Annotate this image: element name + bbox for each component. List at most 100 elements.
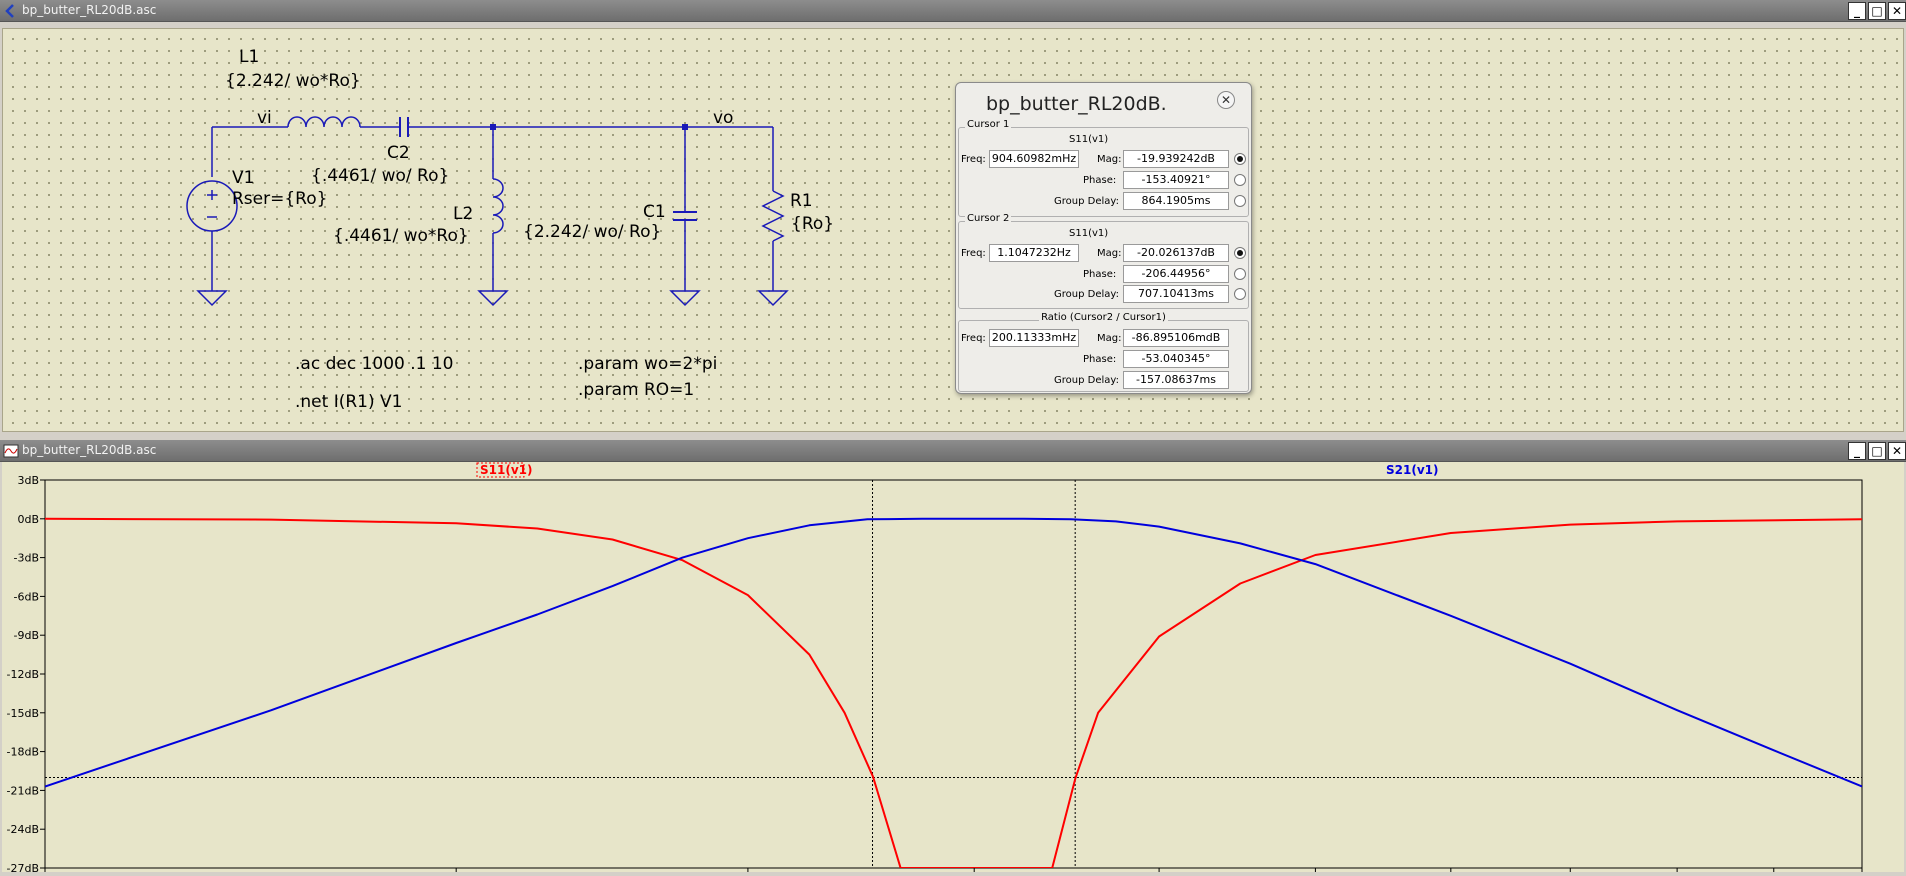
schematic-titlebar[interactable]: bp_butter_RL20dB.asc _ □ ✕ xyxy=(0,0,1906,22)
waveform-plot[interactable]: 3dB 0dB -3dB -6dB -9dB -12dB -15dB -18dB -21dB -2… xyxy=(2,462,1904,876)
ltspice-icon xyxy=(5,4,14,18)
l2-value[interactable]: {.4461/ wo*Ro} xyxy=(333,226,469,246)
cursor2-freq-label: Freq: xyxy=(961,248,986,259)
cursor1-gd-radio[interactable] xyxy=(1234,195,1246,207)
close-button[interactable]: ✕ xyxy=(1888,442,1906,460)
cursor1-phase-label: Phase: xyxy=(1083,175,1117,186)
cursor-dialog-title: bp_butter_RL20dB. xyxy=(986,93,1167,115)
minimize-button[interactable]: _ xyxy=(1848,442,1866,460)
c2-name[interactable]: C2 xyxy=(387,143,410,163)
ratio-group: Ratio (Cursor2 / Cursor1) Freq: 200.1133… xyxy=(958,312,1249,392)
cursor1-phase-field[interactable]: -153.40921° xyxy=(1123,171,1229,189)
minimize-button[interactable]: _ xyxy=(1848,2,1866,20)
cursor2-phase-label: Phase: xyxy=(1083,269,1117,280)
plot-canvas[interactable]: 3dB 0dB -3dB -6dB -9dB -12dB -15dB -18dB -21dB -2… xyxy=(2,462,1904,876)
c2-value[interactable]: {.4461/ wo/ Ro} xyxy=(311,166,449,186)
maximize-button[interactable]: □ xyxy=(1868,442,1886,460)
cursor2-gd-radio[interactable] xyxy=(1234,288,1246,300)
maximize-button[interactable]: □ xyxy=(1868,2,1886,20)
cursor1-freq-field[interactable]: 904.60982mHz xyxy=(989,150,1079,168)
ratio-phase-label: Phase: xyxy=(1083,354,1117,365)
net-vo[interactable]: vo xyxy=(713,108,733,128)
cursor2-label: Cursor 2 xyxy=(965,213,1012,224)
ratio-gd-field[interactable]: -157.08637ms xyxy=(1123,371,1229,389)
ratio-mag-field[interactable]: -86.895106mdB xyxy=(1123,329,1229,347)
r1-name[interactable]: R1 xyxy=(790,191,813,211)
cursor2-phase-field[interactable]: -206.44956° xyxy=(1123,265,1229,283)
ground-symbol xyxy=(196,290,228,307)
y-tick-label: 0dB xyxy=(17,513,39,526)
ratio-label: Ratio (Cursor2 / Cursor1) xyxy=(959,312,1248,323)
schematic-window: bp_butter_RL20dB.asc _ □ ✕ L1 {2.242/ wo… xyxy=(0,0,1906,434)
net-vi[interactable]: vi xyxy=(257,108,272,128)
cursor1-freq-label: Freq: xyxy=(961,154,986,165)
cursor1-gd-label: Group Delay: xyxy=(1054,196,1119,207)
cursor2-mag-label: Mag: xyxy=(1097,248,1122,259)
y-tick-label: -3dB xyxy=(14,552,40,565)
cursor2-gd-label: Group Delay: xyxy=(1054,289,1119,300)
resistor-r1-symbol xyxy=(761,190,785,242)
schematic-canvas[interactable]: L1 {2.242/ wo*Ro} vi C2 {.4461/ wo/ Ro} … xyxy=(2,28,1904,432)
y-tick-label: -18dB xyxy=(7,746,40,759)
cursor2-mag-field[interactable]: -20.026137dB xyxy=(1123,244,1229,262)
schematic-title: bp_butter_RL20dB.asc xyxy=(22,3,157,17)
dialog-close-icon[interactable]: ✕ xyxy=(1217,91,1235,109)
trace-label-s21: S21(v1) xyxy=(1386,463,1438,477)
cursor2-gd-field[interactable]: 707.10413ms xyxy=(1123,285,1229,303)
ratio-gd-label: Group Delay: xyxy=(1054,375,1119,386)
v1-name[interactable]: V1 xyxy=(232,168,254,188)
waveform-icon xyxy=(3,444,19,458)
cursor1-phase-radio[interactable] xyxy=(1234,174,1246,186)
ratio-phase-field[interactable]: -53.040345° xyxy=(1123,350,1229,368)
l1-value[interactable]: {2.242/ wo*Ro} xyxy=(225,71,361,91)
cursor1-group: Cursor 1 S11(v1) Freq: 904.60982mHz Mag:… xyxy=(958,119,1249,217)
cursor2-mag-radio[interactable] xyxy=(1234,247,1246,259)
cursor1-trace: S11(v1) xyxy=(1069,134,1109,145)
l1-name[interactable]: L1 xyxy=(239,47,259,67)
plot-titlebar[interactable]: bp_butter_RL20dB.asc _ □ ✕ xyxy=(0,440,1906,462)
ground-symbol xyxy=(477,290,509,307)
cursor1-mag-label: Mag: xyxy=(1097,154,1122,165)
cursor2-group: Cursor 2 S11(v1) Freq: 1.1047232Hz Mag: … xyxy=(958,213,1249,309)
v1-value[interactable]: Rser={Ro} xyxy=(232,189,327,209)
c1-name[interactable]: C1 xyxy=(643,202,666,222)
cursor1-label: Cursor 1 xyxy=(965,119,1012,130)
y-tick-label: -6dB xyxy=(14,590,40,603)
junction-dot xyxy=(490,124,496,130)
y-tick-label: -21dB xyxy=(7,784,40,797)
c1-value[interactable]: {2.242/ wo/ Ro} xyxy=(523,222,661,242)
y-tick-label: -27dB xyxy=(7,862,40,872)
inductor-l2-symbol xyxy=(492,178,504,234)
trace-label-s11: S11(v1) xyxy=(480,463,532,477)
ratio-label-text: Ratio (Cursor2 / Cursor1) xyxy=(1039,312,1168,323)
ground-symbol xyxy=(757,290,789,307)
y-tick-label: -24dB xyxy=(7,823,40,836)
plot-area xyxy=(44,479,1863,869)
l2-name[interactable]: L2 xyxy=(453,204,473,224)
ratio-mag-label: Mag: xyxy=(1097,333,1122,344)
inductor-l1-symbol xyxy=(287,116,361,128)
y-tick-label: 3dB xyxy=(17,474,39,487)
cursor1-mag-field[interactable]: -19.939242dB xyxy=(1123,150,1229,168)
param-ro-directive[interactable]: .param RO=1 xyxy=(578,380,694,400)
plot-window: bp_butter_RL20dB.asc _ □ ✕ 3dB 0dB -3dB -6d… xyxy=(0,440,1906,876)
y-tick-label: -12dB xyxy=(7,668,40,681)
ac-directive[interactable]: .ac dec 1000 .1 10 xyxy=(295,354,454,374)
close-button[interactable]: ✕ xyxy=(1888,2,1906,20)
y-tick-label: -9dB xyxy=(14,629,40,642)
r1-value[interactable]: {Ro} xyxy=(791,214,834,234)
junction-dot xyxy=(682,124,688,130)
cursor1-mag-radio[interactable] xyxy=(1234,153,1246,165)
cursor2-freq-field[interactable]: 1.1047232Hz xyxy=(989,244,1079,262)
plot-title: bp_butter_RL20dB.asc xyxy=(22,443,157,457)
net-directive[interactable]: .net I(R1) V1 xyxy=(295,392,402,412)
cursor2-phase-radio[interactable] xyxy=(1234,268,1246,280)
voltage-source-symbol xyxy=(186,180,238,232)
ratio-freq-field[interactable]: 200.11333mHz xyxy=(989,329,1079,347)
ground-symbol xyxy=(669,290,701,307)
cursor2-trace: S11(v1) xyxy=(1069,228,1109,239)
param-wo-directive[interactable]: .param wo=2*pi xyxy=(578,354,717,374)
cursor1-gd-field[interactable]: 864.1905ms xyxy=(1123,192,1229,210)
cursor-dialog[interactable]: bp_butter_RL20dB. ✕ Cursor 1 S11(v1) Fre… xyxy=(955,82,1252,394)
y-tick-label: -15dB xyxy=(7,707,40,720)
